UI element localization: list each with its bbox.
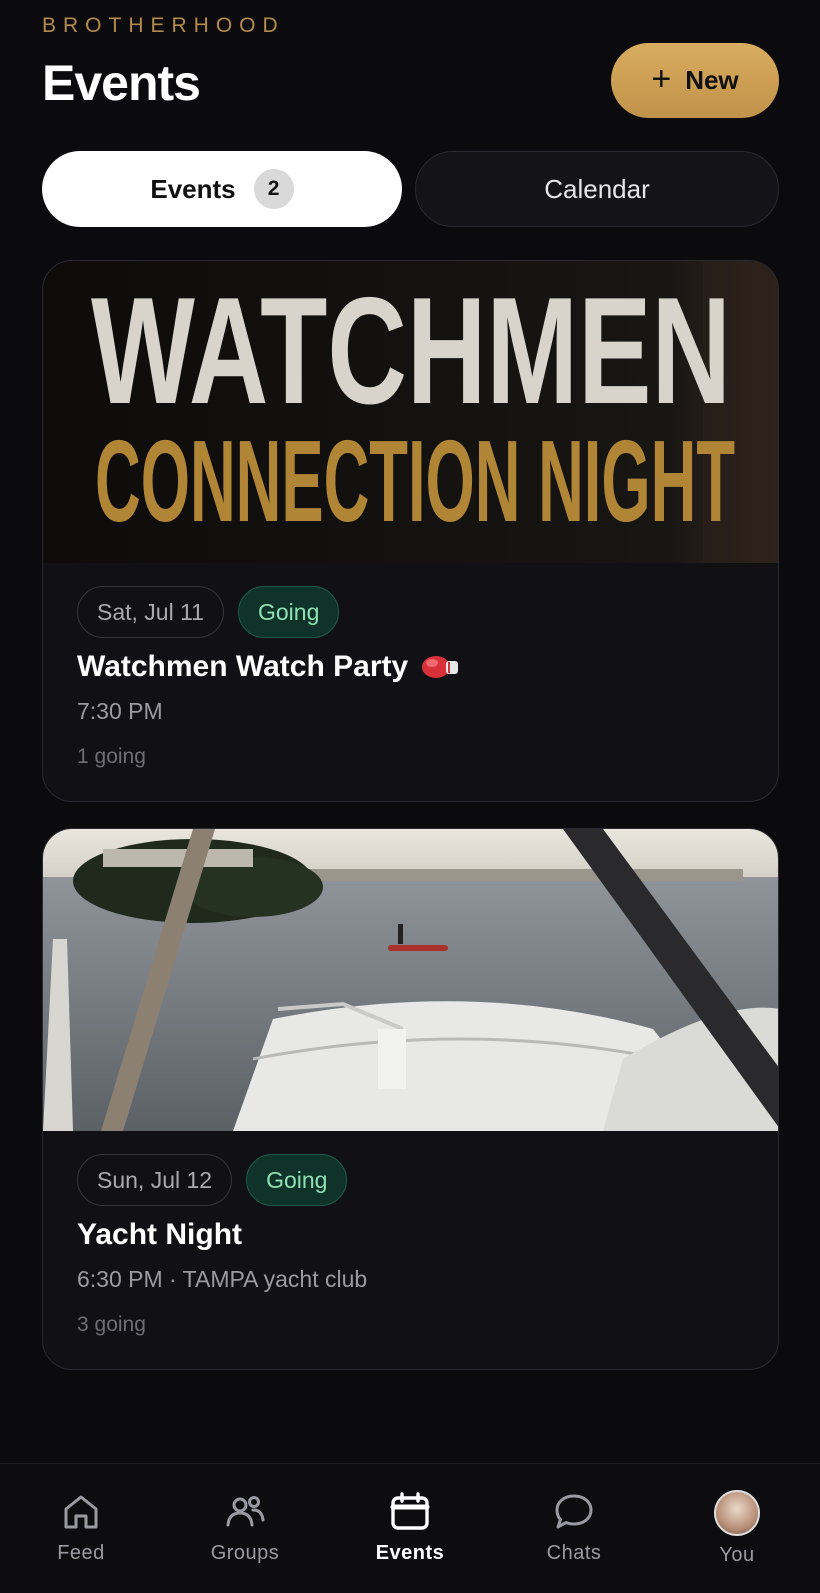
going-count: 3 going [77, 1313, 146, 1336]
page-title: Events [42, 55, 201, 111]
plus-icon: + [651, 60, 672, 98]
home-icon [64, 1495, 98, 1529]
event-title: Yacht Night [77, 1218, 243, 1251]
event-time-location: 6:30 PM · TAMPA yacht club [77, 1266, 368, 1292]
event-cover-image: WATCHMEN CONNECTION NIGHT [43, 261, 778, 563]
tab-groups[interactable]: Groups [175, 1490, 315, 1565]
tab-feed[interactable]: Feed [11, 1490, 151, 1565]
tab-calendar-label: Calendar [544, 173, 650, 204]
cover-title-line1: WATCHMEN [91, 266, 731, 436]
event-card[interactable]: Sun, Jul 12 Going Yacht Night 6:30 PM · … [42, 828, 779, 1370]
going-count: 1 going [77, 745, 146, 768]
tab-chats-label: Chats [546, 1542, 602, 1564]
event-title: Watchmen Watch Party [77, 650, 409, 683]
new-button-label: New [685, 65, 739, 95]
event-time: 7:30 PM [77, 698, 163, 724]
event-date-chip: Sun, Jul 12 [77, 1154, 233, 1206]
tab-you-label: You [719, 1544, 755, 1566]
calendar-icon [390, 1492, 430, 1530]
tab-calendar[interactable]: Calendar [415, 151, 779, 227]
yacht-cover-image [43, 829, 778, 1131]
tab-feed-label: Feed [57, 1542, 105, 1564]
tab-groups-label: Groups [210, 1542, 280, 1564]
chat-bubble-icon [555, 1494, 593, 1529]
avatar [714, 1490, 760, 1536]
tab-events-nav-label: Events [375, 1542, 445, 1564]
tab-events[interactable]: Events 2 [42, 151, 402, 227]
tab-events-nav[interactable]: Events [340, 1490, 480, 1565]
going-status-chip[interactable]: Going [246, 1154, 348, 1206]
tab-events-label: Events [150, 173, 236, 204]
boxing-glove-icon [420, 653, 460, 681]
tab-chats[interactable]: Chats [504, 1490, 644, 1565]
event-card[interactable]: WATCHMEN CONNECTION NIGHT Sat, Jul 11 Go… [42, 260, 779, 802]
brand-label: BROTHERHOOD [42, 14, 285, 37]
bottom-tab-bar: Feed Groups Events Chats You [0, 1463, 820, 1593]
tab-you[interactable]: You [667, 1490, 807, 1567]
events-count-badge: 2 [253, 169, 294, 209]
event-date-chip: Sat, Jul 11 [77, 586, 224, 638]
cover-title-line2: CONNECTION NIGHT [95, 416, 735, 546]
going-status-chip[interactable]: Going [237, 586, 340, 638]
people-icon [226, 1496, 265, 1527]
new-event-button[interactable]: + New [611, 43, 779, 118]
